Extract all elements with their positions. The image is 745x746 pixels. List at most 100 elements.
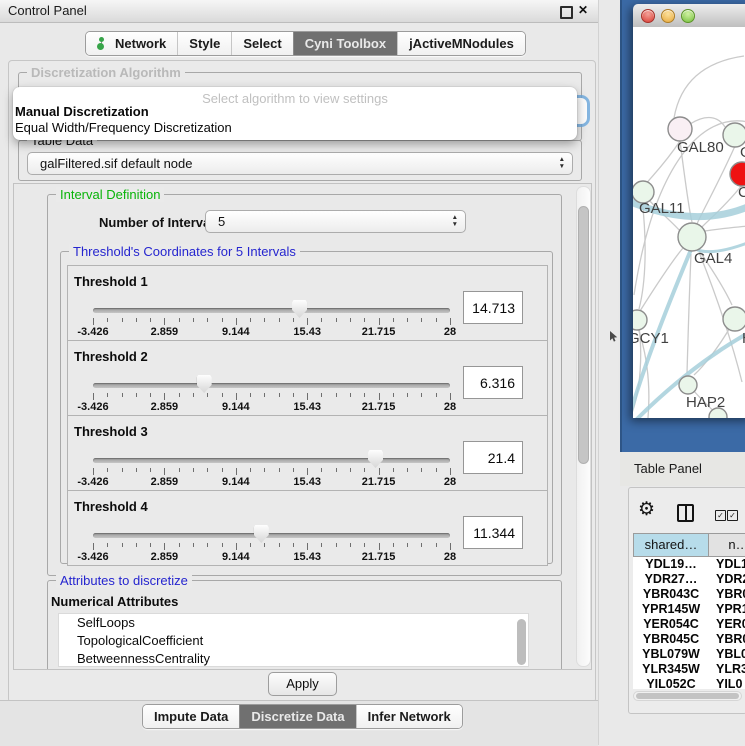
table-row[interactable]: YIL052CYIL0 bbox=[633, 677, 745, 689]
slider-scale-label: 9.144 bbox=[222, 551, 250, 563]
apply-button[interactable]: Apply bbox=[268, 672, 337, 696]
threshold-slider[interactable]: -3.4262.8599.14415.4321.71528 bbox=[93, 491, 450, 565]
network-node[interactable] bbox=[730, 162, 745, 186]
slider-handle[interactable] bbox=[292, 300, 307, 318]
slider-tick bbox=[393, 468, 394, 472]
number-of-intervals-combobox[interactable]: 5 ▲▼ bbox=[205, 210, 466, 233]
threshold-slider[interactable]: -3.4262.8599.14415.4321.71528 bbox=[93, 416, 450, 490]
slider-tick bbox=[336, 318, 337, 322]
table-cell: YPR1 bbox=[709, 602, 745, 617]
table-row[interactable]: YBR045CYBR0 bbox=[633, 632, 745, 647]
slider-tick bbox=[236, 318, 237, 325]
table-data-combobox[interactable]: galFiltered.sif default node ▲▼ bbox=[27, 152, 573, 175]
slider-tick bbox=[379, 468, 380, 475]
slider-tick bbox=[236, 468, 237, 475]
tab-impute-data[interactable]: Impute Data bbox=[143, 705, 239, 728]
close-icon[interactable]: ✕ bbox=[578, 3, 588, 17]
network-node[interactable] bbox=[678, 223, 706, 251]
slider-tick bbox=[364, 468, 365, 472]
float-window-icon[interactable] bbox=[560, 6, 573, 19]
tab-label: Cyni Toolbox bbox=[305, 36, 386, 51]
threshold-value-field[interactable]: 6.316 bbox=[463, 366, 523, 399]
threshold-slider[interactable]: -3.4262.8599.14415.4321.71528 bbox=[93, 266, 450, 340]
table-row[interactable]: YER054CYER0 bbox=[633, 617, 745, 632]
table-row[interactable]: YBL079WYBL0 bbox=[633, 647, 745, 662]
slider-tick bbox=[193, 393, 194, 397]
select-all-checkbox-icon[interactable]: ✓ bbox=[715, 510, 726, 521]
table-row[interactable]: YDR27…YDR2 bbox=[633, 572, 745, 587]
tab-label: Style bbox=[189, 36, 220, 51]
node-label: GAL80 bbox=[677, 139, 724, 156]
close-traffic-light-icon[interactable] bbox=[641, 9, 655, 23]
attribute-list-item[interactable]: TopologicalCoefficient bbox=[59, 632, 528, 650]
algorithm-option[interactable]: Manual Discretization bbox=[15, 104, 149, 119]
columns-icon[interactable] bbox=[677, 504, 694, 522]
slider-tick bbox=[421, 543, 422, 547]
network-window-titlebar[interactable] bbox=[633, 4, 745, 28]
threshold-slider[interactable]: -3.4262.8599.14415.4321.71528 bbox=[93, 341, 450, 415]
slider-handle[interactable] bbox=[368, 450, 383, 468]
combo-stepper-icon[interactable]: ▲▼ bbox=[559, 156, 565, 170]
network-canvas[interactable]: GAL80GACGAL11GAL4GCY1HHAP2 bbox=[633, 27, 745, 418]
zoom-traffic-light-icon[interactable] bbox=[681, 9, 695, 23]
network-window[interactable]: GAL80GACGAL11GAL4GCY1HHAP2 bbox=[633, 4, 745, 418]
slider-tick bbox=[407, 543, 408, 547]
attribute-list-item[interactable]: SelfLoops bbox=[59, 614, 528, 632]
slider-track[interactable] bbox=[93, 458, 450, 463]
tab-cyni-toolbox[interactable]: Cyni Toolbox bbox=[293, 32, 397, 55]
panel-title: Control Panel bbox=[8, 3, 87, 18]
settings-scrollbar[interactable] bbox=[576, 186, 591, 667]
table-cell: YBR0 bbox=[709, 632, 745, 647]
table-row[interactable]: YPR145WYPR1 bbox=[633, 602, 745, 617]
threshold-value-field[interactable]: 11.344 bbox=[463, 516, 523, 549]
slider-tick bbox=[179, 318, 180, 322]
column-header[interactable]: n… bbox=[709, 533, 745, 557]
combo-stepper-icon[interactable]: ▲▼ bbox=[452, 214, 458, 228]
slider-handle[interactable] bbox=[254, 525, 269, 543]
tab-network[interactable]: Network bbox=[86, 32, 177, 55]
table-cell: YER0 bbox=[709, 617, 745, 632]
slider-tick bbox=[350, 468, 351, 472]
tab-discretize-data[interactable]: Discretize Data bbox=[239, 705, 355, 728]
slider-tick bbox=[264, 318, 265, 322]
network-node[interactable] bbox=[633, 310, 647, 330]
slider-track[interactable] bbox=[93, 308, 450, 313]
slider-track[interactable] bbox=[93, 533, 450, 538]
table-hscrollbar-thumb[interactable] bbox=[636, 693, 739, 699]
tab-style[interactable]: Style bbox=[177, 32, 231, 55]
attributes-group-title: Attributes to discretize bbox=[56, 573, 192, 588]
algorithm-popup: Select algorithm to view settings Manual… bbox=[13, 87, 577, 140]
slider-scale-label: 21.715 bbox=[362, 401, 396, 413]
network-node[interactable] bbox=[679, 376, 697, 394]
algorithm-option[interactable]: Equal Width/Frequency Discretization bbox=[15, 120, 232, 135]
thresholds-group-title: Threshold's Coordinates for 5 Intervals bbox=[69, 244, 300, 259]
tab-jactivemnodules[interactable]: jActiveMNodules bbox=[397, 32, 525, 55]
slider-tick bbox=[379, 543, 380, 550]
table-row[interactable]: YBR043CYBR0 bbox=[633, 587, 745, 602]
network-node[interactable] bbox=[723, 307, 745, 331]
attributes-group: Attributes to discretize Numerical Attri… bbox=[47, 580, 562, 670]
slider-track[interactable] bbox=[93, 383, 450, 388]
slider-tick bbox=[93, 468, 94, 475]
numerical-attributes-list[interactable]: SelfLoopsTopologicalCoefficientBetweenne… bbox=[58, 613, 529, 667]
tab-infer-network[interactable]: Infer Network bbox=[356, 705, 462, 728]
table-row[interactable]: YLR345WYLR3 bbox=[633, 662, 745, 677]
minimize-traffic-light-icon[interactable] bbox=[661, 9, 675, 23]
network-node[interactable] bbox=[668, 117, 692, 141]
scrollbar-thumb[interactable] bbox=[578, 206, 589, 464]
select-none-checkbox-icon[interactable]: ✓ bbox=[727, 510, 738, 521]
slider-scale-label: -3.426 bbox=[77, 551, 108, 563]
gear-icon[interactable]: ⚙ bbox=[638, 498, 655, 521]
threshold-value-field[interactable]: 14.713 bbox=[463, 291, 523, 324]
tab-select[interactable]: Select bbox=[231, 32, 292, 55]
slider-scale-label: 15.43 bbox=[293, 476, 321, 488]
list-scrollbar[interactable] bbox=[517, 619, 526, 665]
column-header[interactable]: shared… bbox=[633, 533, 709, 557]
node-label: GAL4 bbox=[694, 250, 732, 267]
table-hscrollbar[interactable] bbox=[633, 691, 742, 701]
attribute-list-item[interactable]: BetweennessCentrality bbox=[59, 650, 528, 667]
slider-handle[interactable] bbox=[197, 375, 212, 393]
table-row[interactable]: YDL19…YDL1 bbox=[633, 557, 745, 572]
threshold-value-field[interactable]: 21.4 bbox=[463, 441, 523, 474]
network-icon bbox=[97, 37, 110, 50]
